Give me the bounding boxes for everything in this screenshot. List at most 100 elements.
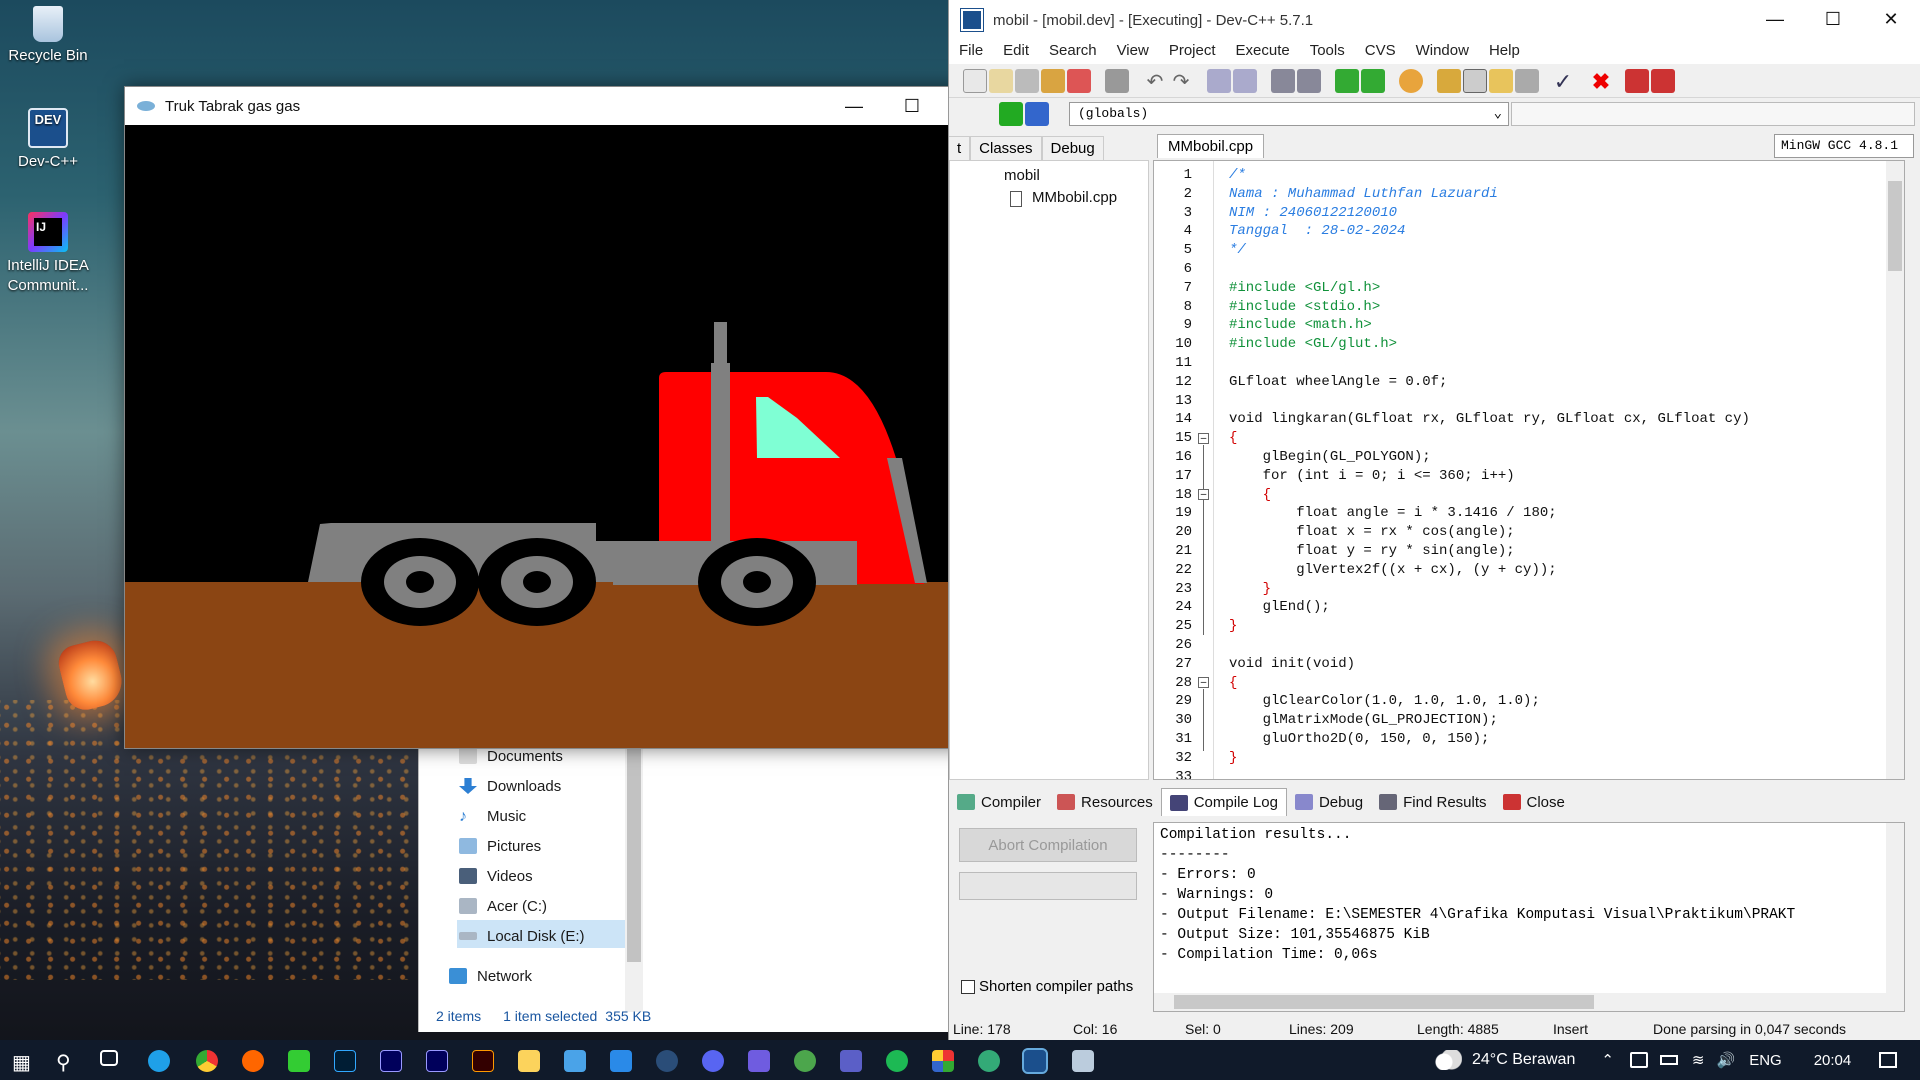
wifi-icon[interactable]: ≋	[1692, 1051, 1705, 1069]
after-effects-icon[interactable]	[380, 1050, 402, 1072]
shorten-paths-checkbox[interactable]: Shorten compiler paths	[961, 978, 1133, 995]
tab-close[interactable]: Close	[1495, 788, 1573, 816]
compile-icon[interactable]	[1437, 69, 1461, 93]
check-syntax-icon[interactable]: ✓	[1551, 69, 1575, 94]
vscode-icon[interactable]	[610, 1050, 632, 1072]
nav-downloads[interactable]: Downloads	[459, 772, 561, 800]
find-icon[interactable]	[1207, 69, 1231, 93]
run-icon[interactable]	[1463, 69, 1487, 93]
discord-icon[interactable]	[702, 1050, 724, 1072]
app-icon[interactable]	[978, 1050, 1000, 1072]
fold-toggle[interactable]: –	[1198, 489, 1209, 500]
search-icon[interactable]: ⚲	[56, 1050, 78, 1074]
file-explorer-icon[interactable]	[518, 1050, 540, 1072]
menu-edit[interactable]: Edit	[993, 40, 1039, 64]
language-indicator[interactable]: ENG	[1749, 1052, 1782, 1069]
menu-execute[interactable]: Execute	[1226, 40, 1300, 64]
opengl-window[interactable]: Truk Tabrak gas gas — ☐ ✕	[124, 86, 1000, 749]
minimize-button[interactable]: —	[825, 87, 883, 125]
save-icon[interactable]	[1015, 69, 1039, 93]
tab-debug[interactable]: Debug	[1041, 136, 1104, 160]
fold-toggle[interactable]: –	[1198, 677, 1209, 688]
editor-scrollbar[interactable]	[1886, 161, 1904, 779]
menu-view[interactable]: View	[1107, 40, 1159, 64]
profile-icon[interactable]	[1625, 69, 1649, 93]
edge-icon[interactable]	[148, 1050, 170, 1072]
tab-project[interactable]: t	[949, 136, 971, 160]
notifications-icon[interactable]	[1879, 1052, 1898, 1068]
fold-toggle[interactable]: –	[1198, 433, 1209, 444]
goto-icon[interactable]	[1335, 69, 1359, 93]
tree-file-node[interactable]: MMbobil.cpp	[1032, 189, 1117, 206]
new-file-icon[interactable]	[963, 69, 987, 93]
stop-icon[interactable]: ✖	[1589, 69, 1613, 94]
debug-icon[interactable]	[1651, 69, 1675, 93]
nav-drive-e[interactable]: Local Disk (E:)	[459, 922, 585, 950]
nav-music[interactable]: ♪ Music	[459, 802, 526, 830]
nav-videos[interactable]: Videos	[459, 862, 533, 890]
nav-drive-c[interactable]: Acer (C:)	[459, 892, 547, 920]
nav-network[interactable]: Network	[449, 962, 532, 990]
close-button[interactable]: ✕	[1862, 0, 1920, 38]
compile-run-icon[interactable]	[1489, 69, 1513, 93]
minimize-button[interactable]: —	[1746, 0, 1804, 38]
windows-start-icon[interactable]: ▦	[12, 1050, 34, 1074]
close-file-icon[interactable]	[1067, 69, 1091, 93]
tab-compiler[interactable]: Compiler	[949, 788, 1049, 816]
spotify-icon[interactable]	[886, 1050, 908, 1072]
devcpp-taskbar-icon[interactable]	[1022, 1048, 1048, 1074]
firefox-icon[interactable]	[242, 1050, 264, 1072]
opengl-canvas[interactable]	[125, 125, 999, 748]
open-file-icon[interactable]	[989, 69, 1013, 93]
premiere-icon[interactable]	[426, 1050, 448, 1072]
desktop-icon-recycle-bin[interactable]: Recycle Bin	[0, 6, 96, 66]
abort-compilation-button[interactable]: Abort Compilation	[959, 828, 1137, 862]
weather-icon[interactable]	[1432, 1050, 1462, 1070]
checkbox-box[interactable]	[961, 979, 975, 994]
scroll-thumb[interactable]	[1888, 181, 1902, 271]
tab-find-results[interactable]: Find Results	[1371, 788, 1494, 816]
unindent-icon[interactable]	[1297, 69, 1321, 93]
desktop-icon-devcpp[interactable]: DEV Dev-C++	[0, 108, 96, 172]
weather-text[interactable]: 24°C Berawan	[1472, 1051, 1575, 1069]
menu-search[interactable]: Search	[1039, 40, 1107, 64]
volume-icon[interactable]: 🔊	[1717, 1051, 1736, 1069]
save-all-icon[interactable]	[1041, 69, 1065, 93]
tree-project-node[interactable]: mobil	[1004, 167, 1040, 184]
nav-pictures[interactable]: Pictures	[459, 832, 541, 860]
rebuild-icon[interactable]	[1515, 69, 1539, 93]
tab-classes[interactable]: Classes	[970, 136, 1042, 160]
chevron-up-icon[interactable]: ⌃	[1601, 1051, 1614, 1069]
menu-help[interactable]: Help	[1479, 40, 1530, 64]
network-status-icon[interactable]	[1629, 1052, 1648, 1068]
maximize-button[interactable]: ☐	[1804, 0, 1862, 38]
tab-debug-bottom[interactable]: Debug	[1287, 788, 1371, 816]
chrome-icon[interactable]	[196, 1050, 218, 1072]
menu-file[interactable]: File	[949, 40, 993, 64]
illustrator-icon[interactable]	[472, 1050, 494, 1072]
steam-icon[interactable]	[656, 1050, 678, 1072]
console-taskbar-icon[interactable]	[1072, 1050, 1094, 1072]
desktop-icon-intellij[interactable]: IJ IntelliJ IDEA Communit...	[0, 212, 96, 296]
redo-icon[interactable]: ↷	[1169, 69, 1193, 93]
print-icon[interactable]	[1105, 69, 1129, 93]
task-view-icon[interactable]	[100, 1050, 118, 1066]
class-browser-icon[interactable]	[999, 102, 1023, 126]
replace-icon[interactable]	[1233, 69, 1257, 93]
members-dropdown[interactable]	[1511, 102, 1915, 126]
photoshop-icon[interactable]	[334, 1050, 356, 1072]
scroll-thumb[interactable]	[627, 742, 641, 962]
utorrent-icon[interactable]	[794, 1050, 816, 1072]
back-icon[interactable]	[1361, 69, 1385, 93]
globals-dropdown[interactable]: (globals) ⌄	[1069, 102, 1509, 126]
insert-icon[interactable]	[1025, 102, 1049, 126]
log-vscroll[interactable]	[1886, 823, 1904, 993]
mail-icon[interactable]	[564, 1050, 586, 1072]
media-player-icon[interactable]	[748, 1050, 770, 1072]
menu-tools[interactable]: Tools	[1300, 40, 1355, 64]
compile-log[interactable]: Compilation results... -------- - Errors…	[1153, 822, 1905, 1012]
clock[interactable]: 20:04	[1814, 1052, 1852, 1069]
bookmark-icon[interactable]	[1399, 69, 1423, 93]
menu-window[interactable]: Window	[1406, 40, 1479, 64]
indent-icon[interactable]	[1271, 69, 1295, 93]
